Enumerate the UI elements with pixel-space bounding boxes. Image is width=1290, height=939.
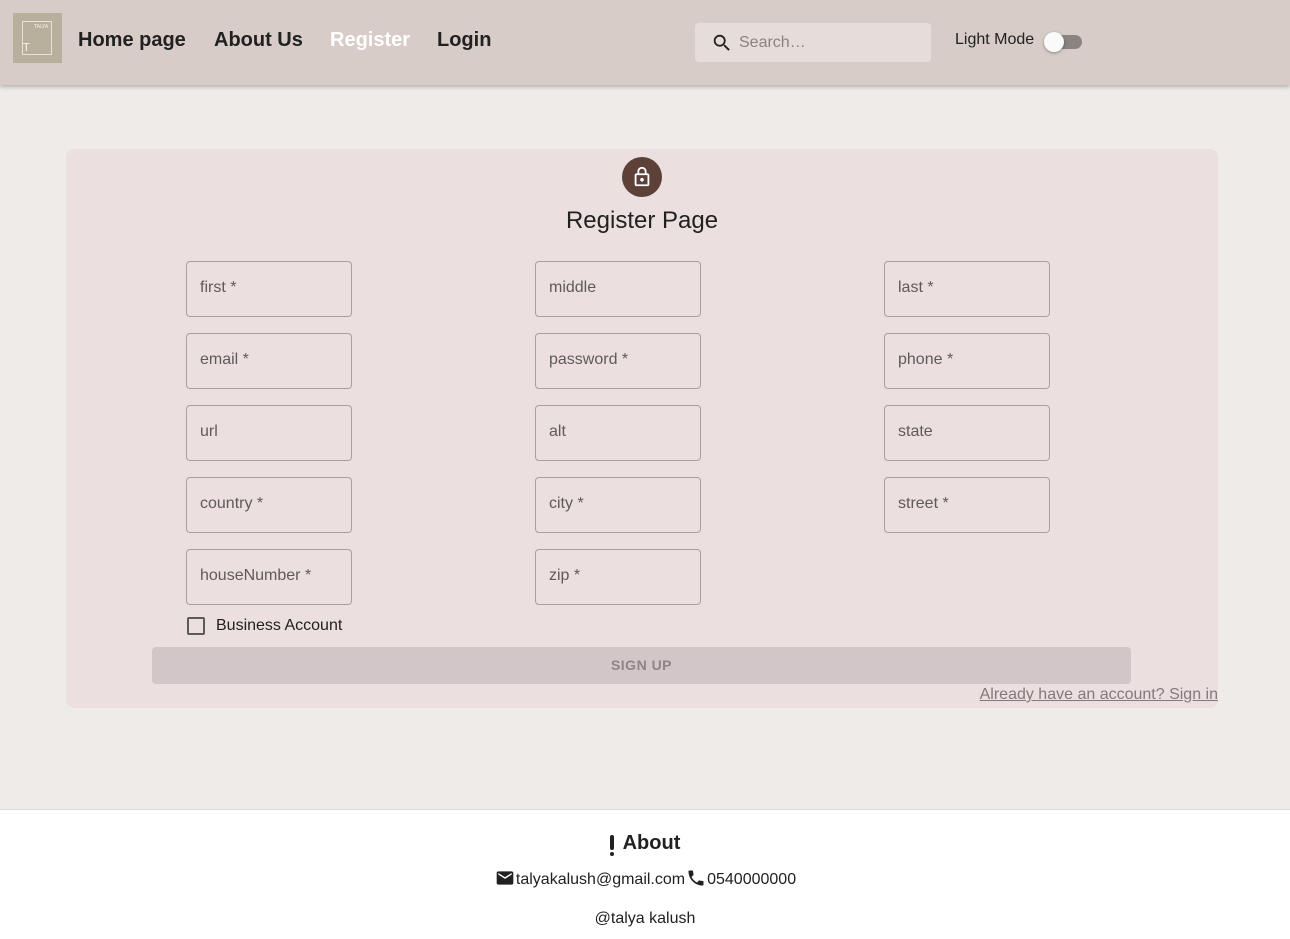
field-label: url — [200, 423, 218, 440]
email-icon — [496, 871, 514, 885]
nav-about[interactable]: About Us — [214, 29, 303, 52]
field-label: phone * — [898, 351, 954, 368]
about-heading: About — [0, 832, 1290, 856]
footer-phone: 0540000000 — [707, 871, 797, 888]
page-title: Register Page — [565, 207, 719, 234]
sign-in-link[interactable]: Already have an account? Sign in — [980, 686, 1218, 704]
phone-icon — [688, 870, 704, 886]
field-label: alt — [549, 423, 566, 440]
business-account-checkbox[interactable] — [187, 617, 205, 635]
register-card: Register Page first * middle last * emai… — [66, 149, 1218, 708]
last-name-field[interactable]: last * — [884, 261, 1050, 317]
business-account-label: Business Account — [216, 617, 343, 634]
middle-name-field[interactable]: middle — [535, 261, 701, 317]
search-box — [695, 23, 931, 62]
avatar — [622, 157, 662, 197]
field-label: city * — [549, 495, 584, 512]
field-label: street * — [898, 495, 949, 512]
nav-login[interactable]: Login — [437, 29, 491, 52]
url-field[interactable]: url — [186, 405, 352, 461]
alt-field[interactable]: alt — [535, 405, 701, 461]
about-label: About — [622, 832, 681, 854]
logo-top-text: TALYA — [34, 24, 49, 30]
contact-row: talyakalush@gmail.com 0540000000 — [0, 868, 1290, 889]
field-label: country * — [200, 495, 264, 512]
footer: About talyakalush@gmail.com 0540000000 @… — [0, 809, 1290, 939]
zip-field[interactable]: zip * — [535, 549, 701, 605]
toggle-thumb — [1044, 32, 1064, 52]
footer-credit: @talya kalush — [594, 910, 696, 927]
first-name-field[interactable]: first * — [186, 261, 352, 317]
password-field[interactable]: password * — [535, 333, 701, 389]
house-number-field[interactable]: houseNumber * — [186, 549, 352, 605]
lock-icon — [634, 166, 650, 187]
logo[interactable]: TALYA T — [13, 13, 62, 63]
state-field[interactable]: state — [884, 405, 1050, 461]
city-field[interactable]: city * — [535, 477, 701, 533]
nav-home[interactable]: Home page — [78, 29, 186, 52]
nav-register[interactable]: Register — [330, 29, 410, 52]
email-field[interactable]: email * — [186, 333, 352, 389]
field-label: last * — [898, 279, 934, 296]
street-field[interactable]: street * — [884, 477, 1050, 533]
field-label: middle — [549, 279, 597, 296]
field-label: state — [898, 423, 933, 440]
field-label: zip * — [549, 567, 581, 584]
field-label: houseNumber * — [200, 567, 312, 584]
app-bar: TALYA T Home page About Us Register Logi… — [0, 0, 1290, 85]
sign-up-button[interactable]: SIGN UP — [152, 647, 1131, 684]
footer-email: talyakalush@gmail.com — [515, 871, 686, 888]
light-mode-toggle[interactable] — [1042, 30, 1084, 54]
field-label: first * — [200, 279, 237, 296]
field-label: email * — [200, 351, 249, 368]
field-label: password * — [549, 351, 629, 368]
country-field[interactable]: country * — [186, 477, 352, 533]
phone-field[interactable]: phone * — [884, 333, 1050, 389]
mode-label: Light Mode — [955, 31, 1035, 48]
search-input[interactable] — [739, 23, 924, 62]
logo-letter: T — [23, 41, 30, 54]
exclamation-icon — [609, 835, 614, 856]
search-icon — [713, 34, 730, 51]
